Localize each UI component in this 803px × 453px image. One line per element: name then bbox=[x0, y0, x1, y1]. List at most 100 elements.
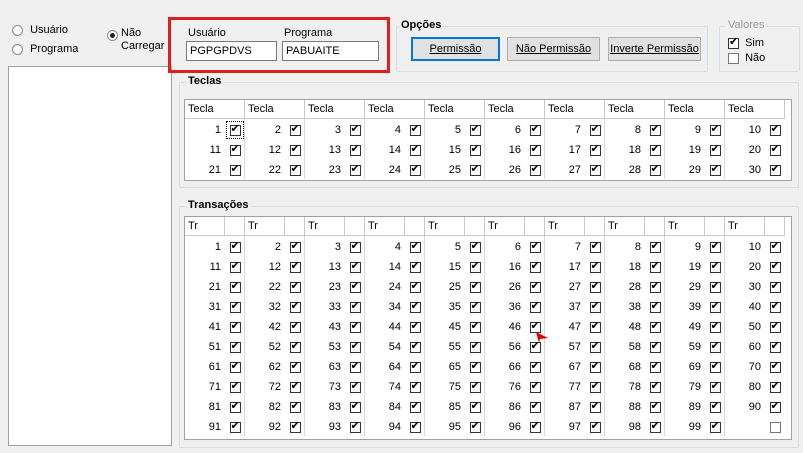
tr-checkbox-cell[interactable] bbox=[285, 257, 305, 277]
tr-checkbox[interactable] bbox=[349, 340, 361, 353]
tecla-checkbox-cell[interactable] bbox=[405, 120, 425, 140]
tecla-checkbox[interactable] bbox=[289, 123, 301, 136]
tecla-checkbox[interactable] bbox=[469, 163, 481, 176]
tr-checkbox-cell[interactable] bbox=[285, 357, 305, 377]
tr-checkbox-cell[interactable] bbox=[225, 297, 245, 317]
tr-checkbox[interactable] bbox=[649, 260, 661, 273]
tr-checkbox[interactable] bbox=[769, 280, 781, 293]
tr-checkbox[interactable] bbox=[409, 240, 421, 253]
tr-checkbox[interactable] bbox=[349, 320, 361, 333]
tr-checkbox[interactable] bbox=[589, 420, 601, 433]
tecla-checkbox-cell[interactable] bbox=[585, 160, 605, 180]
tr-checkbox[interactable] bbox=[349, 300, 361, 313]
tr-checkbox[interactable] bbox=[709, 340, 721, 353]
tr-checkbox[interactable] bbox=[769, 340, 781, 353]
tr-checkbox-cell[interactable] bbox=[345, 337, 365, 357]
tr-checkbox-cell[interactable] bbox=[525, 237, 545, 257]
tr-checkbox[interactable] bbox=[649, 320, 661, 333]
tr-checkbox-cell[interactable] bbox=[225, 317, 245, 337]
tr-checkbox-cell[interactable] bbox=[645, 257, 665, 277]
tr-checkbox-cell[interactable] bbox=[285, 397, 305, 417]
tr-checkbox-cell[interactable] bbox=[345, 277, 365, 297]
tr-checkbox[interactable] bbox=[469, 320, 481, 333]
tr-checkbox-cell[interactable] bbox=[465, 397, 485, 417]
tr-checkbox-cell[interactable] bbox=[645, 317, 665, 337]
tr-checkbox[interactable] bbox=[589, 320, 601, 333]
tr-checkbox[interactable] bbox=[409, 280, 421, 293]
tr-checkbox-cell[interactable] bbox=[765, 417, 785, 437]
tr-checkbox[interactable] bbox=[709, 420, 721, 433]
tr-checkbox-cell[interactable] bbox=[405, 377, 425, 397]
tr-checkbox[interactable] bbox=[769, 300, 781, 313]
tr-checkbox[interactable] bbox=[769, 260, 781, 273]
tr-checkbox[interactable] bbox=[349, 420, 361, 433]
tr-checkbox[interactable] bbox=[709, 260, 721, 273]
tr-checkbox[interactable] bbox=[289, 240, 301, 253]
tr-checkbox-cell[interactable] bbox=[705, 357, 725, 377]
tr-checkbox[interactable] bbox=[589, 360, 601, 373]
tr-checkbox-cell[interactable] bbox=[525, 377, 545, 397]
tecla-checkbox-cell[interactable] bbox=[765, 140, 785, 160]
tecla-checkbox-cell[interactable] bbox=[405, 140, 425, 160]
valores-nao-checkbox[interactable] bbox=[728, 52, 739, 64]
tr-checkbox-cell[interactable] bbox=[225, 377, 245, 397]
tecla-checkbox[interactable] bbox=[529, 123, 541, 136]
tr-checkbox-cell[interactable] bbox=[465, 377, 485, 397]
tecla-checkbox[interactable] bbox=[529, 143, 541, 156]
tr-checkbox[interactable] bbox=[469, 260, 481, 273]
tecla-checkbox[interactable] bbox=[349, 123, 361, 136]
tecla-checkbox-cell[interactable] bbox=[225, 140, 245, 160]
tr-checkbox[interactable] bbox=[649, 400, 661, 413]
tecla-checkbox-cell[interactable] bbox=[645, 160, 665, 180]
tr-checkbox-cell[interactable] bbox=[705, 277, 725, 297]
tr-checkbox[interactable] bbox=[289, 260, 301, 273]
tr-checkbox-cell[interactable] bbox=[525, 417, 545, 437]
tr-checkbox[interactable] bbox=[529, 380, 541, 393]
tr-checkbox[interactable] bbox=[769, 400, 781, 413]
tecla-checkbox[interactable] bbox=[769, 143, 781, 156]
tr-checkbox[interactable] bbox=[649, 280, 661, 293]
tecla-checkbox-cell[interactable] bbox=[465, 120, 485, 140]
tr-checkbox-cell[interactable] bbox=[285, 237, 305, 257]
tecla-checkbox[interactable] bbox=[589, 123, 601, 136]
tr-checkbox-cell[interactable] bbox=[345, 317, 365, 337]
tr-checkbox[interactable] bbox=[469, 280, 481, 293]
tr-checkbox-cell[interactable] bbox=[705, 417, 725, 437]
tr-checkbox[interactable] bbox=[529, 420, 541, 433]
tr-checkbox[interactable] bbox=[769, 320, 781, 333]
tr-checkbox[interactable] bbox=[349, 260, 361, 273]
tecla-checkbox[interactable] bbox=[529, 163, 541, 176]
tr-checkbox-cell[interactable] bbox=[465, 417, 485, 437]
left-list-box[interactable] bbox=[8, 66, 172, 446]
radio-nao-carregar[interactable] bbox=[107, 27, 118, 41]
tecla-checkbox-cell[interactable] bbox=[585, 140, 605, 160]
tr-checkbox-cell[interactable] bbox=[765, 297, 785, 317]
tr-checkbox-cell[interactable] bbox=[705, 237, 725, 257]
tr-checkbox-cell[interactable] bbox=[225, 257, 245, 277]
tr-checkbox-cell[interactable] bbox=[765, 337, 785, 357]
tecla-checkbox[interactable] bbox=[409, 123, 421, 136]
tr-checkbox[interactable] bbox=[349, 360, 361, 373]
tr-checkbox[interactable] bbox=[229, 420, 241, 433]
tr-checkbox-cell[interactable] bbox=[405, 277, 425, 297]
tr-checkbox-cell[interactable] bbox=[645, 297, 665, 317]
tr-checkbox[interactable] bbox=[289, 420, 301, 433]
tr-checkbox[interactable] bbox=[529, 300, 541, 313]
tr-checkbox[interactable] bbox=[529, 280, 541, 293]
tr-checkbox-cell[interactable] bbox=[405, 257, 425, 277]
tr-checkbox-cell[interactable] bbox=[585, 257, 605, 277]
tecla-checkbox-cell[interactable] bbox=[525, 140, 545, 160]
tr-checkbox[interactable] bbox=[709, 400, 721, 413]
tr-checkbox[interactable] bbox=[409, 320, 421, 333]
inverte-permissao-button[interactable]: Inverte Permissão bbox=[608, 37, 701, 61]
tr-checkbox-cell[interactable] bbox=[585, 237, 605, 257]
tecla-checkbox-cell[interactable] bbox=[705, 160, 725, 180]
tr-checkbox-cell[interactable] bbox=[465, 257, 485, 277]
transacoes-grid[interactable]: TrTrTrTrTrTrTrTrTrTr12345678910111213141… bbox=[184, 216, 792, 440]
tr-checkbox[interactable] bbox=[469, 420, 481, 433]
tecla-checkbox[interactable] bbox=[709, 163, 721, 176]
tr-checkbox-cell[interactable] bbox=[525, 277, 545, 297]
radio-nao-carregar-circle[interactable] bbox=[107, 30, 118, 41]
tr-checkbox-cell[interactable] bbox=[705, 337, 725, 357]
tr-checkbox-cell[interactable] bbox=[345, 257, 365, 277]
